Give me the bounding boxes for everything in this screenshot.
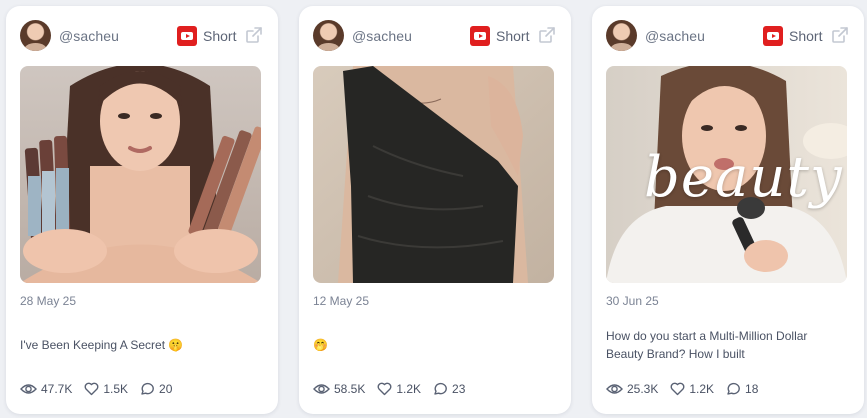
post-header: @sacheu Short <box>606 20 850 52</box>
likes-count: 1.2K <box>396 382 422 396</box>
likes-stat: 1.2K <box>670 382 714 396</box>
post-type-label: Short <box>203 28 237 44</box>
likes-stat: 1.2K <box>377 382 421 396</box>
post-stats: 47.7K 1.5K 20 <box>20 380 184 398</box>
comment-icon <box>141 382 154 395</box>
external-link-icon[interactable] <box>537 25 557 45</box>
views-stat: 58.5K <box>313 382 365 396</box>
heart-icon <box>670 382 685 396</box>
post-date: 30 Jun 25 <box>606 294 659 308</box>
post-grid: @sacheu Short 28 May 25 I've Been Keepin… <box>0 0 867 418</box>
creator-handle[interactable]: @sacheu <box>645 28 705 44</box>
external-link-icon[interactable] <box>244 25 264 45</box>
post-thumbnail[interactable]: beauty <box>606 66 847 283</box>
views-count: 47.7K <box>41 382 73 396</box>
likes-count: 1.2K <box>689 382 715 396</box>
post-date: 28 May 25 <box>20 294 77 308</box>
heart-icon <box>84 382 99 396</box>
comments-stat: 20 <box>140 382 172 396</box>
post-type-label: Short <box>789 28 823 44</box>
avatar[interactable] <box>20 20 51 51</box>
creator-handle[interactable]: @sacheu <box>59 28 119 44</box>
heart-icon <box>377 382 392 396</box>
creator-handle[interactable]: @sacheu <box>352 28 412 44</box>
post-card[interactable]: @sacheu Short <box>592 6 864 414</box>
views-stat: 25.3K <box>606 382 658 396</box>
eye-icon <box>20 384 37 394</box>
post-caption[interactable]: How do you start a Multi-Million Dollar … <box>606 327 842 363</box>
comment-icon <box>434 382 447 395</box>
comments-stat: 23 <box>433 382 465 396</box>
avatar[interactable] <box>313 20 344 51</box>
youtube-icon <box>763 26 783 46</box>
post-stats: 58.5K 1.2K 23 <box>313 380 477 398</box>
post-card[interactable]: @sacheu Short <box>6 6 278 414</box>
views-count: 25.3K <box>627 382 659 396</box>
video-overlay-text: beauty <box>644 145 843 210</box>
comments-count: 18 <box>745 382 759 396</box>
post-date: 12 May 25 <box>313 294 370 308</box>
comments-stat: 18 <box>726 382 758 396</box>
youtube-icon <box>470 26 490 46</box>
likes-stat: 1.5K <box>84 382 128 396</box>
post-caption[interactable]: 🤭 <box>313 336 549 354</box>
post-caption[interactable]: I've Been Keeping A Secret 🤫 <box>20 336 256 354</box>
post-type-label: Short <box>496 28 530 44</box>
post-thumbnail[interactable] <box>20 66 261 283</box>
eye-icon <box>606 384 623 394</box>
external-link-icon[interactable] <box>830 25 850 45</box>
post-header: @sacheu Short <box>20 20 264 52</box>
post-card[interactable]: @sacheu Short <box>299 6 571 414</box>
avatar[interactable] <box>606 20 637 51</box>
comments-count: 20 <box>159 382 173 396</box>
eye-icon <box>313 384 330 394</box>
likes-count: 1.5K <box>103 382 129 396</box>
youtube-icon <box>177 26 197 46</box>
post-stats: 25.3K 1.2K 18 <box>606 380 770 398</box>
views-stat: 47.7K <box>20 382 72 396</box>
views-count: 58.5K <box>334 382 366 396</box>
comment-icon <box>727 382 740 395</box>
post-thumbnail[interactable] <box>313 66 554 283</box>
post-header: @sacheu Short <box>313 20 557 52</box>
comments-count: 23 <box>452 382 466 396</box>
